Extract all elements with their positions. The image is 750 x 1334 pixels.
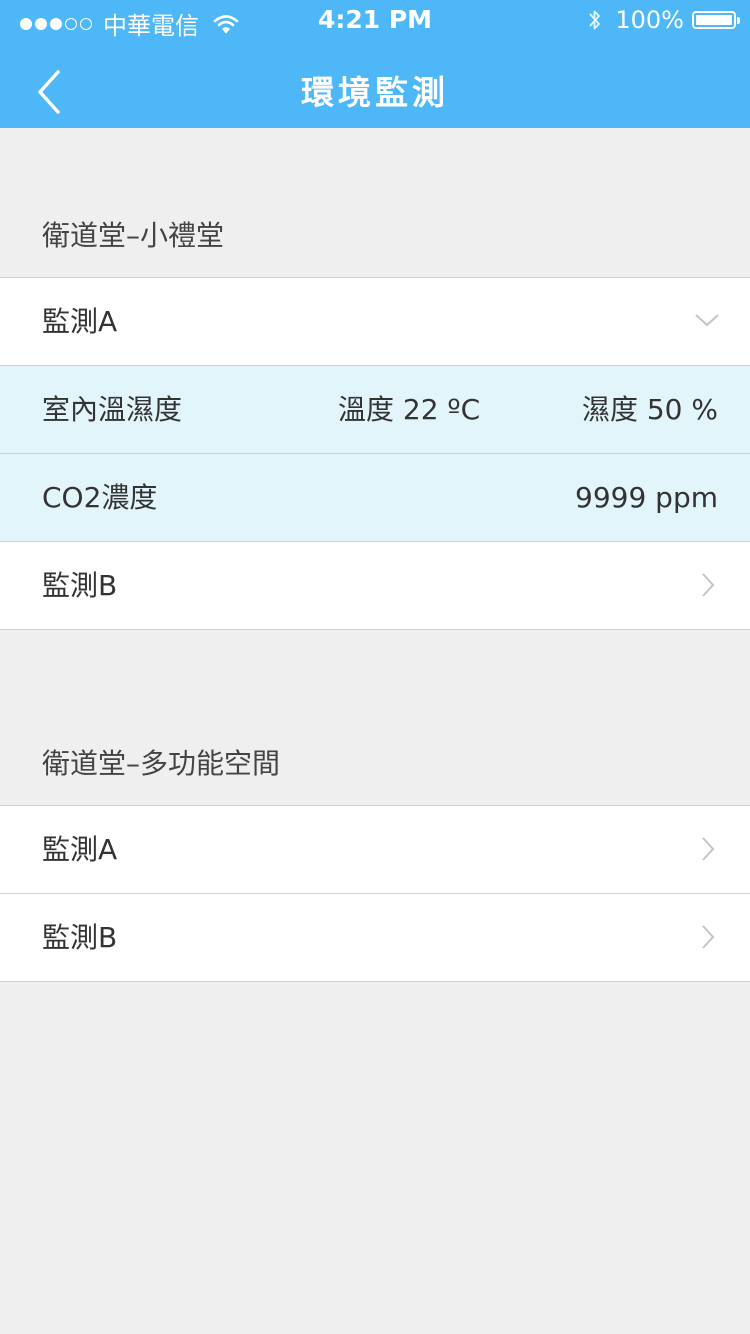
humidity-value: 濕度 50 % [581, 393, 718, 426]
section-title-small-chapel: 衛道堂–小禮堂 [42, 219, 225, 252]
battery-icon [692, 11, 740, 29]
temperature-value: 溫度 22 ºC [338, 393, 481, 426]
monitor-b-label: 監測B [42, 921, 118, 954]
monitor-b-row[interactable]: 監測B [0, 542, 750, 630]
section-multipurpose-space: 監測A 監測B [0, 805, 750, 982]
monitor-b-row[interactable]: 監測B [0, 894, 750, 982]
section-title-multipurpose-space: 衛道堂–多功能空間 [42, 747, 281, 780]
monitor-a-label: 監測A [42, 833, 118, 866]
chevron-down-icon [695, 314, 719, 327]
chevron-right-icon [702, 837, 715, 861]
co2-value: 9999 ppm [575, 481, 718, 514]
temp-humidity-label: 室內溫濕度 [42, 393, 183, 426]
monitor-a-label: 監測A [42, 305, 118, 338]
co2-row: CO2濃度 9999 ppm [0, 454, 750, 542]
temp-humidity-row: 室內溫濕度 溫度 22 ºC 濕度 50 % [0, 366, 750, 454]
battery-percentage: 100% [615, 6, 684, 34]
monitor-a-row[interactable]: 監測A [0, 278, 750, 366]
status-bar: 中華電信 4:21 PM 100% [0, 0, 750, 40]
monitor-a-row[interactable]: 監測A [0, 806, 750, 894]
page-title: 環境監測 [301, 73, 449, 112]
chevron-right-icon [702, 573, 715, 597]
chevron-right-icon [702, 925, 715, 949]
bluetooth-icon [589, 10, 601, 30]
co2-label: CO2濃度 [42, 481, 158, 514]
nav-header: 中華電信 4:21 PM 100% 環境監測 [0, 0, 750, 128]
section-small-chapel: 監測A 室內溫濕度 溫度 22 ºC 濕度 50 % CO2濃度 9999 pp… [0, 277, 750, 630]
monitor-b-label: 監測B [42, 569, 118, 602]
